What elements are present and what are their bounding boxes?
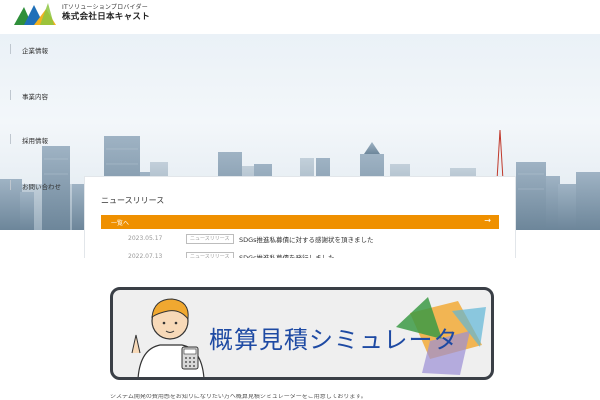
simulator-caption: システム開発の費用感をお知りになりたい方へ概算見積シミュレーターをご用意しており…	[110, 394, 367, 400]
sidebar-item-business[interactable]: 事業内容	[22, 91, 48, 101]
news-list-item[interactable]: 2023.05.17 ニュースリリース SDGs推進私募債に対する感謝状を頂きま…	[101, 233, 499, 245]
nav-divider	[10, 44, 11, 54]
simulator-title: 概算見積シミュレータ	[209, 326, 459, 354]
nav-divider	[10, 90, 11, 100]
person-calculator-icon	[131, 298, 205, 377]
news-date: 2023.05.17	[128, 235, 163, 242]
news-category-badge: ニュースリリース	[186, 234, 234, 244]
sidebar-item-contact[interactable]: お問い合わせ	[22, 181, 61, 191]
news-list-all-label: 一覧へ	[111, 220, 130, 227]
nav-divider	[10, 134, 11, 144]
logo-company-name: 株式会社日本キャスト	[62, 12, 151, 22]
news-list-all-button[interactable]: 一覧へ →	[101, 215, 499, 229]
news-headline-link[interactable]: SDGs推進私募債に対する感謝状を頂きました	[239, 234, 374, 244]
news-release-panel: ニュースリリース 一覧へ → 2023.05.17 ニュースリリース SDGs推…	[84, 176, 516, 264]
company-logo-icon[interactable]	[14, 3, 58, 27]
arrow-right-icon: →	[484, 216, 491, 225]
company-logo-text[interactable]: ITソリューションプロバイダー 株式会社日本キャスト	[62, 5, 150, 22]
logo-tagline: ITソリューションプロバイダー	[62, 4, 148, 11]
news-section-title: ニュースリリース	[101, 196, 165, 205]
sidebar-item-company[interactable]: 企業情報	[22, 45, 48, 55]
sidebar-item-recruit[interactable]: 採用情報	[22, 135, 48, 145]
estimate-simulator-banner[interactable]: 概算見積シミュレータ	[110, 287, 494, 380]
site-header: ITソリューションプロバイダー 株式会社日本キャスト	[0, 0, 600, 34]
nav-divider	[10, 180, 11, 190]
